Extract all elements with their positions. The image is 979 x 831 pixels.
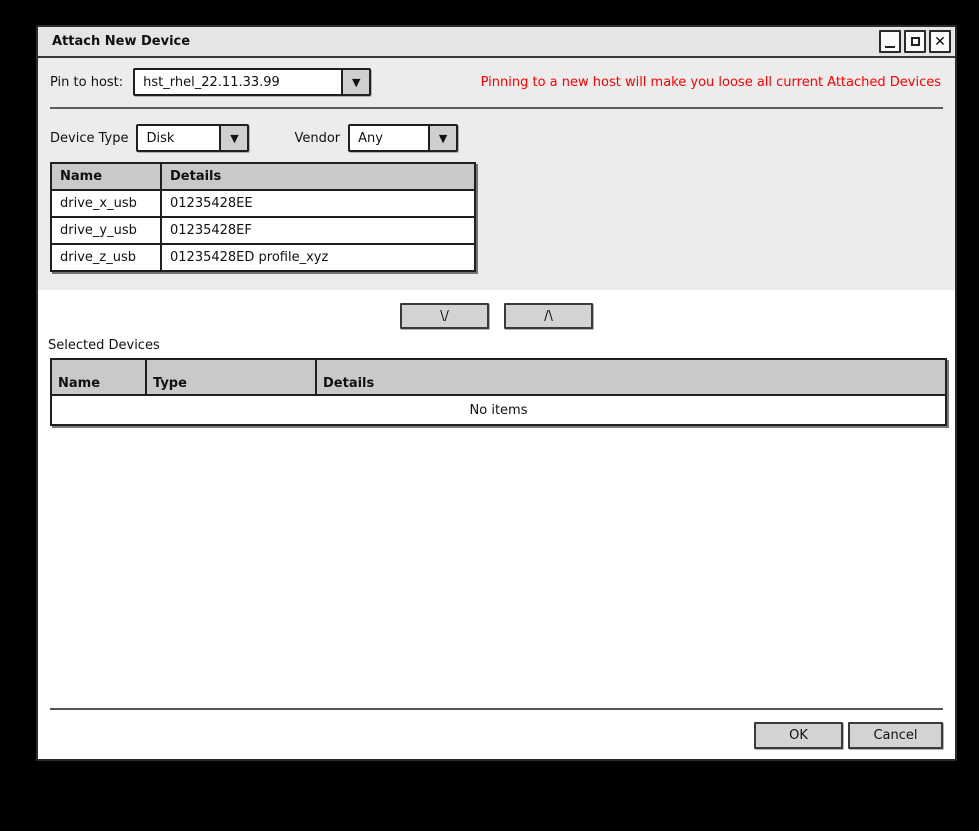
cancel-button[interactable]: Cancel: [848, 722, 943, 749]
table-row[interactable]: drive_z_usb 01235428ED profile_xyz: [50, 243, 476, 272]
device-type-value: Disk: [146, 130, 175, 146]
device-type-label: Device Type: [50, 130, 129, 146]
device-name-cell[interactable]: drive_z_usb: [50, 243, 162, 272]
device-details-cell[interactable]: 01235428EF: [160, 216, 476, 245]
device-details-cell[interactable]: 01235428ED profile_xyz: [160, 243, 476, 272]
pin-to-host-label: Pin to host:: [50, 74, 124, 90]
filters-row: Device Type Disk ▼ Vendor Any ▼: [50, 124, 943, 152]
table-header-row: Name Details: [50, 162, 476, 191]
table-row[interactable]: drive_x_usb 01235428EE: [50, 189, 476, 218]
table-row[interactable]: drive_y_usb 01235428EF: [50, 216, 476, 245]
vendor-label: Vendor: [294, 130, 341, 146]
selected-devices-label: Selected Devices: [48, 338, 160, 353]
title-bar: Attach New Device ✕: [38, 27, 955, 58]
column-header-type: Type: [145, 358, 317, 396]
footer-divider: [50, 708, 943, 710]
window-controls: ✕: [879, 30, 951, 53]
close-button[interactable]: ✕: [929, 30, 951, 53]
dialog-footer: OK Cancel: [38, 708, 955, 759]
close-icon: ✕: [934, 33, 946, 50]
column-header-details: Details: [160, 162, 476, 191]
column-header-name: Name: [50, 162, 162, 191]
chevron-down-icon: ▼: [351, 75, 361, 89]
vendor-select-value: Any: [358, 130, 383, 146]
host-and-filter-panel: Pin to host: hst_rhel_22.11.33.99 ▼ Pinn…: [38, 58, 955, 290]
pin-warning-text: Pinning to a new host will make you loos…: [480, 74, 941, 90]
move-down-button[interactable]: \/: [400, 303, 489, 329]
column-header-details: Details: [315, 358, 947, 396]
no-items-text: No items: [50, 394, 947, 426]
vendor-arrow-button[interactable]: ▼: [428, 126, 457, 150]
empty-row: No items: [50, 394, 947, 426]
minimize-icon: [885, 46, 895, 48]
minimize-button[interactable]: [879, 30, 901, 53]
host-select[interactable]: hst_rhel_22.11.33.99 ▼: [133, 68, 372, 96]
attach-new-device-dialog: Attach New Device ✕ Pin to host: hst_rhe…: [36, 25, 957, 761]
device-type-select[interactable]: Disk ▼: [136, 124, 250, 152]
host-select-arrow-button[interactable]: ▼: [341, 70, 370, 94]
column-header-name: Name: [50, 358, 147, 396]
panel-divider: [50, 107, 943, 109]
device-name-cell[interactable]: drive_y_usb: [50, 216, 162, 245]
available-devices-table: Name Details drive_x_usb 01235428EE driv…: [50, 162, 476, 272]
move-up-button[interactable]: /\: [504, 303, 593, 329]
device-details-cell[interactable]: 01235428EE: [160, 189, 476, 218]
desktop-background: { "window": { "title": "Attach New Devic…: [0, 0, 979, 831]
maximize-button[interactable]: [904, 30, 926, 53]
ok-button[interactable]: OK: [754, 722, 843, 749]
selected-devices-table: Name Type Details No items: [50, 358, 947, 426]
transfer-buttons-row: \/ /\: [38, 303, 955, 329]
maximize-icon: [910, 37, 920, 46]
host-select-value: hst_rhel_22.11.33.99: [143, 74, 280, 90]
dialog-title: Attach New Device: [52, 34, 191, 49]
device-name-cell[interactable]: drive_x_usb: [50, 189, 162, 218]
pin-to-host-row: Pin to host: hst_rhel_22.11.33.99 ▼ Pinn…: [50, 67, 943, 97]
chevron-down-icon: ▼: [230, 131, 239, 145]
vendor-select[interactable]: Any ▼: [348, 124, 459, 152]
table-header-row: Name Type Details: [50, 358, 947, 396]
footer-buttons: OK Cancel: [50, 722, 943, 749]
device-type-arrow-button[interactable]: ▼: [219, 126, 248, 150]
chevron-down-icon: ▼: [438, 131, 448, 145]
